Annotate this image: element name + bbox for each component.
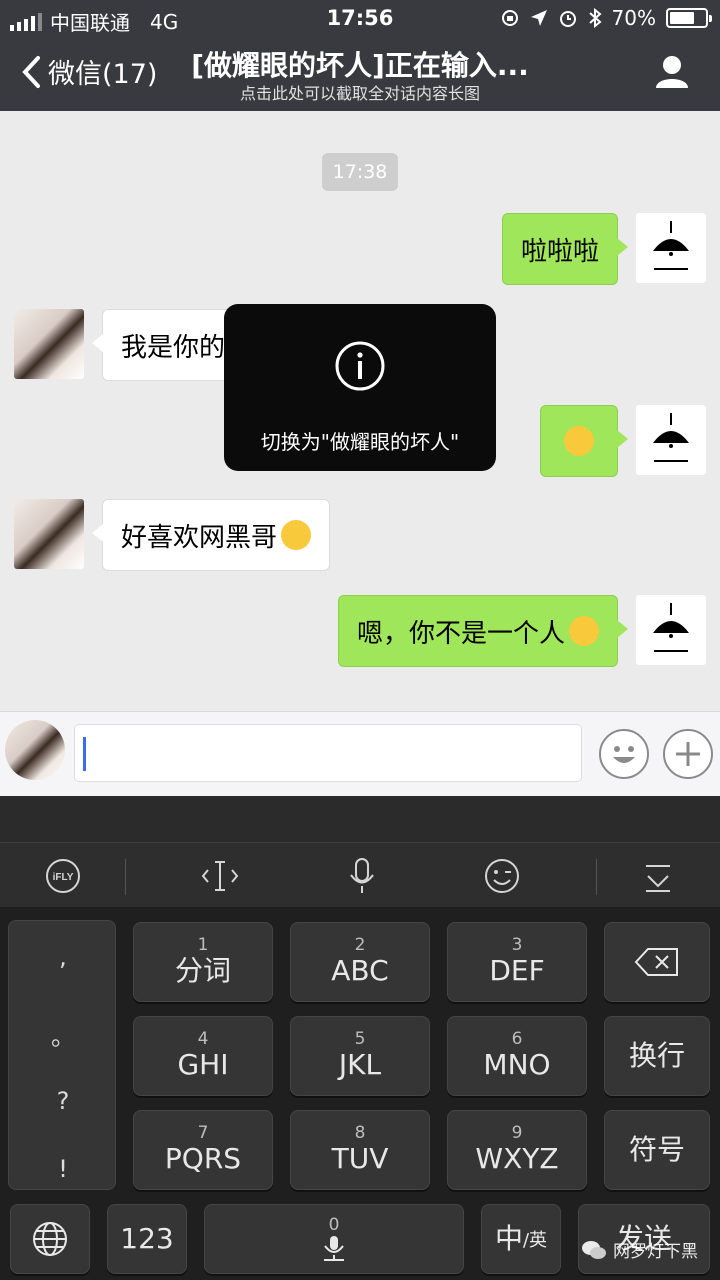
alarm-icon xyxy=(559,11,576,27)
lamp-icon xyxy=(653,603,689,652)
battery-icon xyxy=(666,8,712,28)
ifly-logo-icon: iFLY xyxy=(46,859,80,893)
ifly-button[interactable]: iFLY xyxy=(40,855,86,897)
backspace-icon xyxy=(634,948,678,976)
symbols-key[interactable]: 符号 xyxy=(604,1110,710,1190)
plus-icon xyxy=(676,742,700,766)
avatar[interactable] xyxy=(636,213,706,283)
globe-key[interactable] xyxy=(10,1204,90,1274)
battery-percent: 70% xyxy=(611,6,656,30)
chat-timestamp: 17:38 xyxy=(322,153,398,191)
avatar[interactable] xyxy=(14,309,84,379)
key-7[interactable]: 7 PQRS xyxy=(133,1110,273,1190)
keyboard: , 。 ? ! 1 分词 2 ABC 3 DEF 4 GHI 5 JKL 6 MNO 换行 … xyxy=(0,908,720,1280)
person-icon[interactable] xyxy=(654,54,690,90)
key-9[interactable]: 9 WXYZ xyxy=(447,1110,587,1190)
toast-message: 切换为"做耀眼的坏人" xyxy=(260,430,460,454)
lamp-icon xyxy=(653,413,689,462)
identity-switch-avatar[interactable] xyxy=(5,720,65,780)
input-bar xyxy=(0,711,720,796)
info-icon xyxy=(335,341,385,391)
watermark: 网罗灯下黑 xyxy=(581,1237,698,1262)
voice-input-button[interactable] xyxy=(340,855,384,897)
avatar[interactable] xyxy=(636,595,706,665)
space-key[interactable]: 0 xyxy=(204,1204,464,1274)
message-input[interactable] xyxy=(74,724,582,782)
globe-icon xyxy=(33,1222,67,1256)
punct-key[interactable]: 。 xyxy=(9,1017,117,1052)
thinking-emoji-icon xyxy=(564,426,594,456)
message-text: 我是你的 xyxy=(121,332,226,363)
key-2[interactable]: 2 ABC xyxy=(290,922,430,1002)
switch-toast: 切换为"做耀眼的坏人" xyxy=(224,304,496,471)
chevron-left-icon xyxy=(22,55,40,88)
key-6[interactable]: 6 MNO xyxy=(447,1016,587,1096)
heart-eyes-emoji-icon xyxy=(281,520,312,550)
message-bubble[interactable]: 嗯，你不是一个人 xyxy=(337,595,629,667)
emoji-keyboard-button[interactable] xyxy=(480,855,524,897)
svg-text:iFLY: iFLY xyxy=(53,872,74,883)
collapse-icon xyxy=(646,865,670,892)
message-bubble[interactable]: 啦啦啦 xyxy=(501,213,629,285)
chat-subtitle[interactable]: 点击此处可以截取全对话内容长图 xyxy=(150,80,570,104)
emoji-button[interactable] xyxy=(599,729,649,779)
more-button[interactable] xyxy=(663,729,713,779)
cursor-move-button[interactable] xyxy=(198,855,242,897)
number-mode-key[interactable]: 123 xyxy=(107,1204,187,1274)
message-bubble[interactable] xyxy=(540,405,628,477)
key-1[interactable]: 1 分词 xyxy=(133,922,273,1002)
space-mic-icon xyxy=(324,1236,344,1261)
keyboard-toolbar: iFLY xyxy=(0,842,720,908)
location-icon xyxy=(530,10,547,26)
back-button[interactable]: 微信(17) xyxy=(20,52,157,91)
language-switch-key[interactable]: 中/英 xyxy=(481,1204,561,1274)
status-bar: 中国联通 4G 17:56 70% xyxy=(0,0,720,36)
punct-key[interactable]: ? xyxy=(9,1087,117,1115)
keyboard-candidate-area xyxy=(0,796,720,842)
chat-title[interactable]: [做耀眼的坏人]正在输入... xyxy=(150,44,570,84)
message-text: 好喜欢网黑哥 xyxy=(121,522,278,553)
message-text: 嗯，你不是一个人 xyxy=(356,618,565,649)
cursor-icon xyxy=(201,861,239,891)
message-bubble[interactable]: 好喜欢网黑哥 xyxy=(91,499,331,571)
punctuation-column[interactable]: , 。 ? ! xyxy=(8,920,116,1190)
toolbar-divider xyxy=(125,859,126,895)
text-caret xyxy=(83,737,86,771)
message-text: 啦啦啦 xyxy=(520,236,599,267)
punct-key[interactable]: , xyxy=(9,943,117,971)
smiley-icon xyxy=(613,746,635,763)
rotation-lock-icon xyxy=(501,10,518,26)
hide-keyboard-button[interactable] xyxy=(636,855,680,897)
wink-emoji-icon xyxy=(485,859,519,893)
microphone-icon xyxy=(350,858,374,893)
sunglasses-emoji-icon xyxy=(569,616,599,646)
avatar[interactable] xyxy=(636,405,706,475)
lamp-icon xyxy=(653,221,689,270)
newline-key[interactable]: 换行 xyxy=(604,1016,710,1096)
wechat-logo-icon xyxy=(582,1240,606,1259)
key-5[interactable]: 5 JKL xyxy=(290,1016,430,1096)
back-label: 微信(17) xyxy=(48,59,158,90)
nav-bar: 微信(17) [做耀眼的坏人]正在输入... 点击此处可以截取全对话内容长图 xyxy=(0,36,720,111)
punct-key[interactable]: ! xyxy=(9,1155,117,1183)
bluetooth-icon xyxy=(588,8,602,28)
avatar[interactable] xyxy=(14,499,84,569)
toolbar-divider xyxy=(596,859,597,895)
top-bar: 中国联通 4G 17:56 70% 微信(17) [做耀眼的坏人]正在输入...… xyxy=(0,0,720,111)
backspace-key[interactable] xyxy=(604,922,710,1002)
key-3[interactable]: 3 DEF xyxy=(447,922,587,1002)
key-8[interactable]: 8 TUV xyxy=(290,1110,430,1190)
key-4[interactable]: 4 GHI xyxy=(133,1016,273,1096)
